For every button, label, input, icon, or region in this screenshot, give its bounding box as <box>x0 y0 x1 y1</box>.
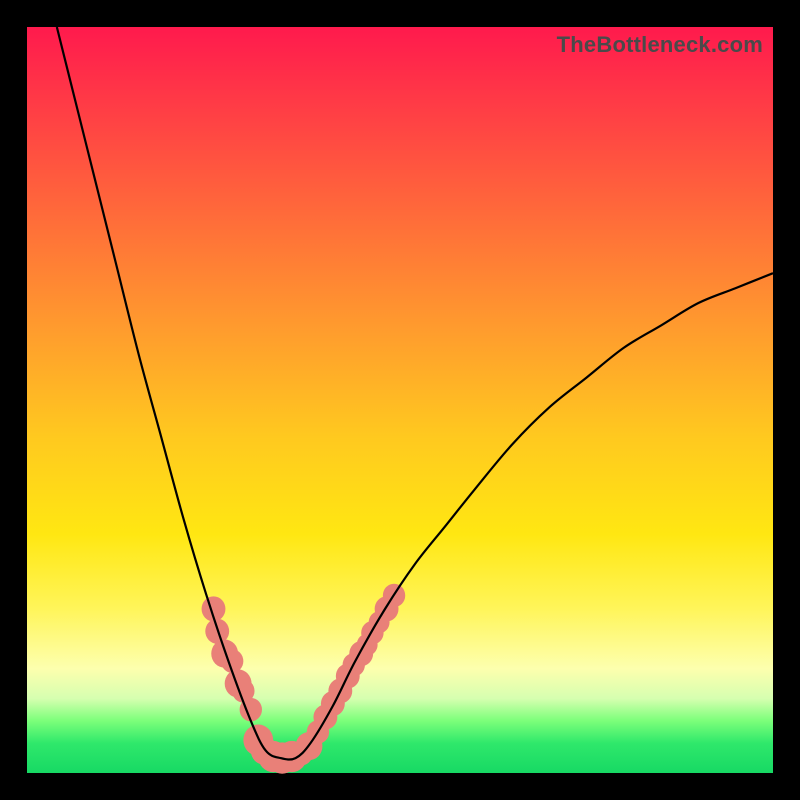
plot-area: TheBottleneck.com <box>27 27 773 773</box>
cluster-points <box>202 584 406 774</box>
chart-frame: TheBottleneck.com <box>0 0 800 800</box>
curve-layer <box>27 27 773 773</box>
bottleneck-curve <box>57 27 773 760</box>
